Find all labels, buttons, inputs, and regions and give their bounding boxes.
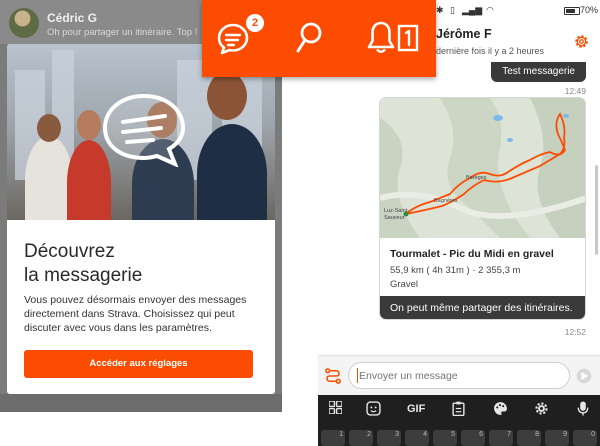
contact-name: Cédric G xyxy=(47,11,98,25)
message-time: 12:49 xyxy=(564,86,586,96)
keyboard-key[interactable]: 4 xyxy=(405,430,429,446)
palette-icon[interactable] xyxy=(493,401,508,416)
keyboard-key[interactable]: 8 xyxy=(517,430,541,446)
route-type: Gravel xyxy=(390,279,418,290)
battery-icon xyxy=(564,7,580,15)
notification-count-icon xyxy=(397,24,419,52)
chat-bubble-icon xyxy=(102,93,186,167)
bluetooth-icon: ✱ xyxy=(436,5,444,15)
open-settings-button[interactable]: Accéder aux réglages xyxy=(24,350,253,378)
text-cursor xyxy=(357,368,358,383)
mic-icon[interactable] xyxy=(577,401,589,416)
grid-icon[interactable] xyxy=(329,401,342,414)
last-message-snippet: Oh pour partager un itinéraire. Top ! xyxy=(47,27,198,38)
message-time: 12:52 xyxy=(564,327,586,337)
message-composer xyxy=(318,355,600,395)
keyboard-key[interactable]: 5 xyxy=(433,430,457,446)
message-input[interactable] xyxy=(348,362,570,389)
message-text: On peut même partager des itinéraires. xyxy=(380,296,585,319)
shared-route-card[interactable]: Luz-Saint-Sauveur Barèges Bagnères Tourm… xyxy=(379,97,586,320)
keyboard-key[interactable]: 0 xyxy=(573,430,597,446)
scrollbar[interactable] xyxy=(595,165,598,255)
sticker-icon[interactable] xyxy=(366,401,381,416)
keyboard-key[interactable]: 1 xyxy=(321,430,345,446)
notifications-icon[interactable] xyxy=(366,20,396,56)
map-label: Luz-Saint-Sauveur xyxy=(384,208,410,221)
route-map: Luz-Saint-Sauveur Barèges Bagnères xyxy=(380,98,585,238)
avatar xyxy=(9,8,39,38)
route-name: Tourmalet - Pic du Midi en gravel xyxy=(390,248,554,260)
keyboard-toolbar: GIF xyxy=(318,395,600,425)
contact-name[interactable]: Jérôme F xyxy=(436,27,492,41)
left-bottom-bar xyxy=(0,394,282,412)
keyboard-key[interactable]: 3 xyxy=(377,430,401,446)
keyboard-key[interactable]: 6 xyxy=(461,430,485,446)
route-stats: 55,9 km ( 4h 31m ) · 2 355,3 m xyxy=(390,265,521,276)
map-label: Barèges xyxy=(466,175,487,181)
messaging-intro-modal: Découvrez la messagerie Vous pouvez déso… xyxy=(7,44,275,394)
signal-icon: ▂▄▆ xyxy=(462,5,483,15)
gif-button[interactable]: GIF xyxy=(407,403,425,415)
search-icon[interactable] xyxy=(295,22,323,54)
status-bar: ✱ ▯ ▂▄▆ ◠ 70% xyxy=(436,4,600,20)
gear-icon[interactable] xyxy=(573,33,590,50)
keyboard-key[interactable]: 2 xyxy=(349,430,373,446)
unread-badge: 2 xyxy=(246,14,264,32)
gear-icon[interactable] xyxy=(534,401,549,416)
battery-level: 70% xyxy=(579,5,598,15)
message-bubble[interactable]: Test messagerie xyxy=(491,62,586,82)
share-route-icon[interactable] xyxy=(324,367,342,385)
keyboard-key[interactable]: 9 xyxy=(545,430,569,446)
vibrate-icon: ▯ xyxy=(450,5,455,15)
map-label: Bagnères xyxy=(434,198,458,204)
modal-description: Vous pouvez désormais envoyer des messag… xyxy=(24,294,247,334)
send-icon[interactable] xyxy=(576,368,592,384)
keyboard: GIF 1 2 3 4 5 6 7 8 9 0 xyxy=(318,395,600,446)
nav-icons-banner: 2 xyxy=(202,0,436,77)
keyboard-key[interactable]: 7 xyxy=(489,430,513,446)
wifi-icon: ◠ xyxy=(486,5,494,15)
modal-title: Découvrez la messagerie xyxy=(24,241,143,286)
keyboard-row: 1 2 3 4 5 6 7 8 9 0 xyxy=(318,427,600,446)
clipboard-icon[interactable] xyxy=(452,401,465,416)
last-seen: dernière fois il y a 2 heures xyxy=(436,46,545,56)
